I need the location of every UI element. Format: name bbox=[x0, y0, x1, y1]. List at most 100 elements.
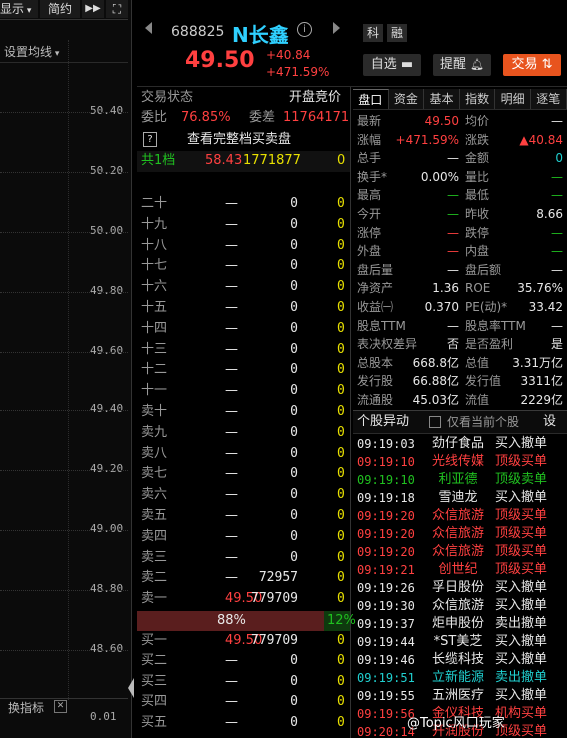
mover-stock[interactable]: 光线传媒 bbox=[425, 453, 491, 471]
collapse-handle-icon[interactable] bbox=[128, 678, 134, 698]
quote-label: 收益㈠ bbox=[357, 300, 394, 314]
mover-stock[interactable]: 众信旅游 bbox=[425, 597, 491, 615]
price-change-pct: +471.59% bbox=[266, 65, 330, 79]
mover-action: 顶级买单 bbox=[495, 562, 548, 577]
mover-row[interactable]: 09:19:20 众信旅游 顶级买单 bbox=[353, 525, 567, 543]
gridline bbox=[0, 590, 128, 591]
quote-row: 总手 — 金额 0 bbox=[353, 149, 567, 168]
tab-3[interactable]: 指数 bbox=[459, 89, 496, 109]
mover-row[interactable]: 09:19:46 长缆科技 买入撤单 bbox=[353, 651, 567, 669]
mover-stock[interactable]: 长缆科技 bbox=[425, 651, 491, 669]
only-current-checkbox[interactable] bbox=[429, 416, 441, 428]
display-dropdown[interactable]: 显示 ▾ bbox=[0, 0, 38, 18]
book-volume: 0 bbox=[290, 196, 298, 211]
mover-row[interactable]: 09:19:37 炬申股份 卖出撤单 bbox=[353, 615, 567, 633]
mover-row[interactable]: 09:19:21 创世纪 顶级买单 bbox=[353, 561, 567, 579]
mover-stock[interactable]: 创世纪 bbox=[425, 561, 491, 579]
fast-forward-icon[interactable]: ▶▶ bbox=[82, 0, 104, 18]
alert-button[interactable]: 提醒 🔔︎ bbox=[433, 54, 491, 76]
mover-stock[interactable]: 众信旅游 bbox=[425, 507, 491, 525]
mover-row[interactable]: 09:19:20 众信旅游 顶级买单 bbox=[353, 507, 567, 525]
tab-2[interactable]: 基本 bbox=[424, 89, 460, 109]
book-price: — bbox=[225, 673, 238, 689]
sell-row: 卖四 — 0 0 bbox=[137, 527, 350, 547]
quote-value: 0.370 bbox=[424, 300, 459, 314]
close-icon[interactable]: ✕ bbox=[54, 700, 67, 713]
quote-row: 总股本 668.8亿 总值 3.31万亿 bbox=[353, 354, 567, 373]
star-market-badge: 科 bbox=[363, 24, 383, 42]
mover-row[interactable]: 09:19:55 五洲医疗 买入撤单 bbox=[353, 687, 567, 705]
mover-row[interactable]: 09:19:26 孚日股份 买入撤单 bbox=[353, 579, 567, 597]
quote-value: 8.66 bbox=[536, 207, 563, 221]
mover-action: 顶级买单 bbox=[495, 454, 548, 469]
mover-time: 09:19:55 bbox=[357, 689, 415, 703]
book-count: 0 bbox=[337, 362, 345, 378]
book-count: 0 bbox=[337, 237, 345, 253]
mover-stock[interactable]: 利亚德 bbox=[425, 471, 491, 489]
book-level-label: 十七 bbox=[141, 258, 168, 274]
info-icon[interactable]: i bbox=[297, 22, 312, 37]
mover-stock[interactable]: 炬申股份 bbox=[425, 615, 491, 633]
book-level-label: 十一 bbox=[141, 383, 168, 399]
simple-mode-button[interactable]: 简约 bbox=[40, 0, 80, 18]
y-tick-label: 49.60 bbox=[90, 344, 124, 357]
prev-stock-icon[interactable] bbox=[145, 22, 152, 34]
tab-4[interactable]: 明细 bbox=[495, 89, 531, 109]
book-count: 0 bbox=[337, 216, 345, 232]
book-level-label: 十八 bbox=[141, 237, 168, 253]
mover-row[interactable]: 09:19:30 众信旅游 买入撤单 bbox=[353, 597, 567, 615]
quote-label: 流通股 bbox=[357, 393, 394, 407]
tab-0[interactable]: 盘口 bbox=[353, 89, 389, 109]
book-level-label: 卖十 bbox=[141, 404, 168, 419]
expand-icon[interactable]: ⛶ bbox=[106, 0, 128, 18]
mover-row[interactable]: 09:19:10 利亚德 顶级卖单 bbox=[353, 471, 567, 489]
quote-value: — bbox=[447, 244, 459, 259]
mover-action: 买入撤单 bbox=[495, 652, 548, 667]
chart-panel[interactable]: 显示 ▾ 简约 ▶▶ ⛶ 设置均线 ▾ 50.40 50.20 50.00 49.80… bbox=[0, 0, 134, 738]
ma-settings-label: 设置均线 bbox=[4, 45, 53, 59]
add-watchlist-button[interactable]: 自选 ▬ bbox=[363, 54, 421, 76]
mover-row[interactable]: 09:19:10 光线传媒 顶级买单 bbox=[353, 453, 567, 471]
quote-row: 外盘 — 内盘 — bbox=[353, 242, 567, 261]
mover-stock[interactable]: 五洲医疗 bbox=[425, 687, 491, 705]
sell-row: 十六 — 0 0 bbox=[137, 277, 350, 297]
mover-row[interactable]: 09:19:51 立新能源 卖出撤单 bbox=[353, 669, 567, 687]
quote-value: — bbox=[447, 207, 459, 221]
moving-average-settings[interactable]: 设置均线 ▾ bbox=[4, 43, 59, 60]
mover-stock[interactable]: 雪迪龙 bbox=[425, 489, 491, 507]
mover-stock[interactable]: *ST美芝 bbox=[425, 633, 491, 651]
next-stock-icon[interactable] bbox=[333, 22, 340, 34]
book-level-label: 卖二 bbox=[141, 570, 168, 586]
mover-row[interactable]: 09:19:18 雪迪龙 买入撤单 bbox=[353, 489, 567, 507]
tab-1[interactable]: 资金 bbox=[388, 89, 425, 109]
change-indicator-button[interactable]: 换指标 bbox=[8, 699, 44, 716]
book-count: 0 bbox=[337, 320, 345, 336]
quote-label: PE(动)* bbox=[465, 300, 508, 314]
movers-settings-button[interactable]: 设 bbox=[543, 412, 556, 432]
weibi-label: 委比 bbox=[141, 110, 168, 125]
quote-value: — bbox=[447, 262, 459, 277]
y-tick-label: 49.00 bbox=[90, 522, 124, 535]
quote-value: 0 bbox=[555, 151, 563, 166]
mover-stock[interactable]: 孚日股份 bbox=[425, 579, 491, 597]
book-level-label: 卖六 bbox=[141, 487, 168, 503]
quote-label: 内盘 bbox=[465, 244, 490, 259]
chevron-down-icon: ▾ bbox=[24, 6, 32, 16]
mover-action: 卖出撤单 bbox=[495, 616, 548, 631]
quote-value: — bbox=[551, 262, 563, 277]
mover-stock[interactable]: 众信旅游 bbox=[425, 543, 491, 561]
mover-action: 买入撤单 bbox=[495, 688, 548, 703]
quote-value: 45.03亿 bbox=[412, 393, 459, 407]
mover-stock[interactable]: 众信旅游 bbox=[425, 525, 491, 543]
mover-row[interactable]: 09:19:03 劲仔食品 买入撤单 bbox=[353, 435, 567, 453]
tab-5[interactable]: 逐笔 bbox=[531, 89, 567, 109]
full-book-link[interactable]: ? 查看完整档买卖盘 bbox=[137, 130, 350, 151]
mover-stock[interactable]: 劲仔食品 bbox=[425, 435, 491, 453]
mover-row[interactable]: 09:19:44 *ST美芝 买入撤单 bbox=[353, 633, 567, 651]
book-price: — bbox=[225, 258, 238, 274]
quote-label: 最低 bbox=[465, 188, 490, 203]
trade-button[interactable]: 交易 ⇅ bbox=[503, 54, 561, 76]
mover-row[interactable]: 09:19:20 众信旅游 顶级买单 bbox=[353, 543, 567, 561]
book-level-label: 卖九 bbox=[141, 424, 168, 440]
mover-stock[interactable]: 立新能源 bbox=[425, 669, 491, 687]
